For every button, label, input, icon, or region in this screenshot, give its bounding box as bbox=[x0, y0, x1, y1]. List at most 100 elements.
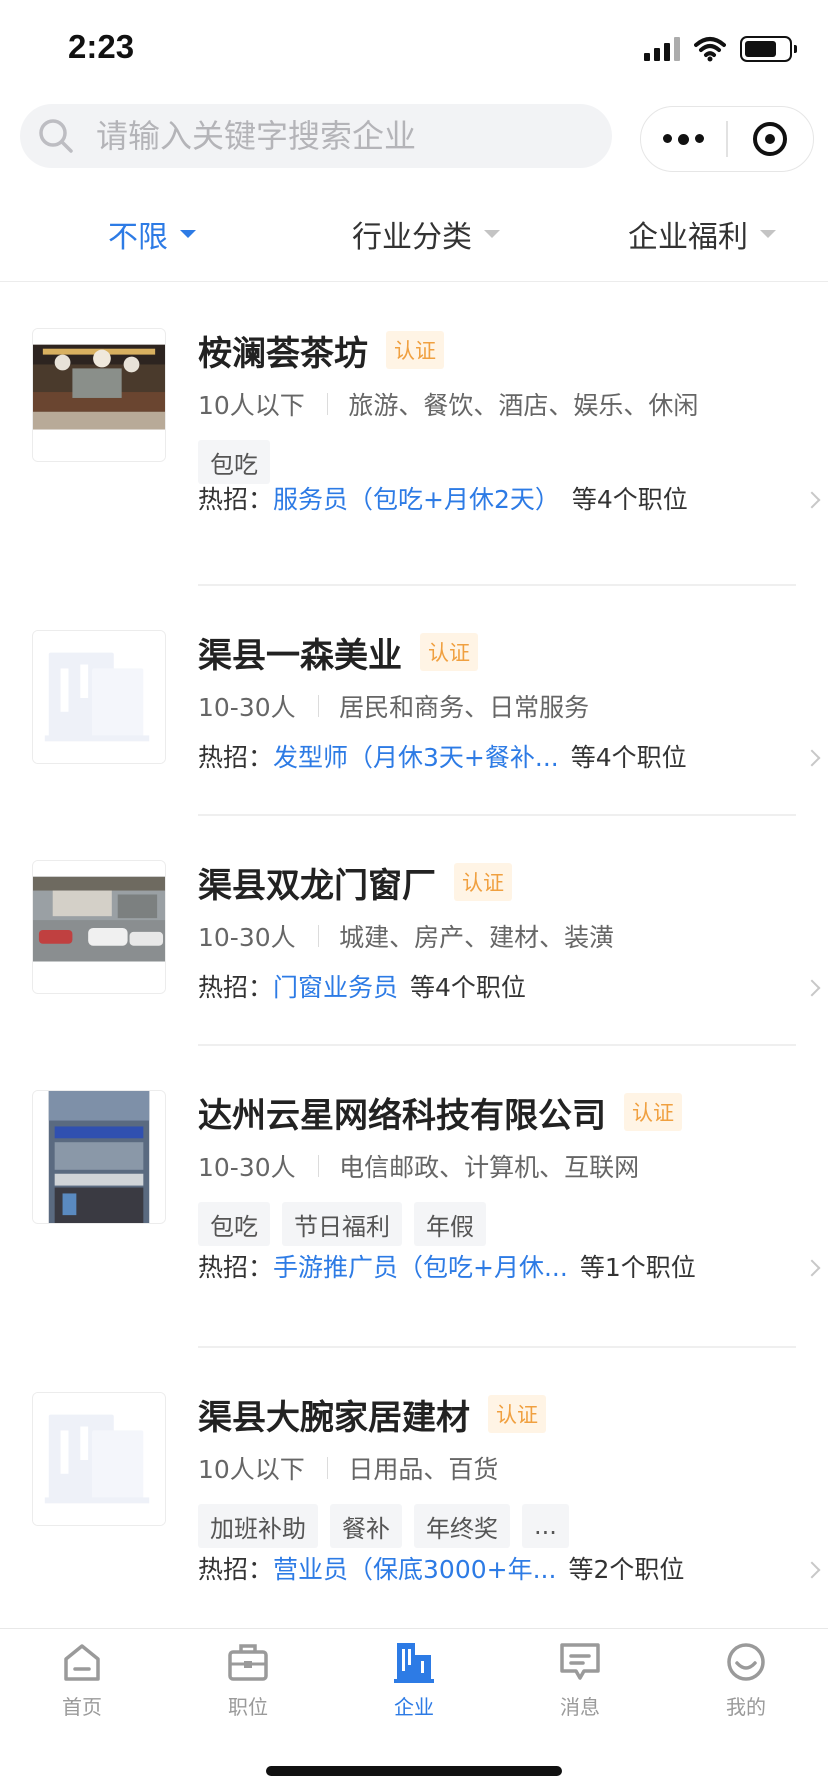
filter-label: 不限 bbox=[108, 220, 168, 255]
more-tags: ... bbox=[522, 1504, 569, 1548]
company-name: 达州云星网络科技有限公司 bbox=[198, 1095, 606, 1136]
benefit-tags: 加班补助 餐补 年终奖 ... bbox=[198, 1504, 798, 1548]
search-box[interactable] bbox=[20, 104, 612, 168]
chevron-right-icon bbox=[803, 1259, 821, 1277]
company-size: 10-30人 bbox=[198, 693, 296, 722]
company-logo-photo bbox=[32, 328, 166, 462]
company-industry: 旅游、餐饮、酒店、娱乐、休闲 bbox=[348, 391, 699, 420]
benefit-tag: 包吃 bbox=[198, 1202, 270, 1246]
hot-job-row[interactable]: 热招： 发型师（月休3天+餐补... 等4个职位 bbox=[198, 738, 798, 774]
chevron-right-icon bbox=[803, 1561, 821, 1579]
meta-divider bbox=[317, 925, 320, 947]
home-icon bbox=[64, 1644, 100, 1681]
company-industry: 城建、房产、建材、装潢 bbox=[339, 923, 615, 952]
filter-industry[interactable]: 行业分类 bbox=[352, 212, 500, 256]
hot-job-title[interactable]: 营业员（保底3000+年... bbox=[273, 1550, 556, 1586]
list-divider bbox=[198, 814, 796, 816]
filter-unlimited[interactable]: 不限 bbox=[108, 212, 196, 256]
caret-down-icon bbox=[484, 230, 500, 238]
status-icons bbox=[644, 36, 797, 62]
wifi-icon bbox=[694, 37, 726, 62]
company-name: 渠县双龙门窗厂 bbox=[198, 865, 436, 906]
hot-label: 热招： bbox=[198, 485, 274, 514]
benefit-tag: 年终奖 bbox=[414, 1504, 510, 1548]
more-icon[interactable] bbox=[641, 133, 726, 145]
company-card[interactable]: 桉澜荟茶坊 认证 10人以下 旅游、餐饮、酒店、娱乐、休闲 包吃 热招： 服务员… bbox=[0, 328, 828, 538]
hot-job-row[interactable]: 热招： 门窗业务员 等4个职位 bbox=[198, 968, 798, 1004]
tab-messages[interactable]: 消息 bbox=[525, 1639, 635, 1720]
hot-label: 热招： bbox=[198, 743, 274, 772]
briefcase-icon bbox=[228, 1644, 268, 1681]
hot-job-row[interactable]: 热招： 手游推广员（包吃+月休... 等1个职位 bbox=[198, 1248, 798, 1284]
company-card[interactable]: 渠县一森美业 认证 10-30人 居民和商务、日常服务 热招： 发型师（月休3天… bbox=[0, 630, 828, 780]
hot-job-title[interactable]: 手游推广员（包吃+月休... bbox=[273, 1248, 568, 1284]
chevron-right-icon bbox=[803, 749, 821, 767]
hot-job-title[interactable]: 门窗业务员 bbox=[273, 968, 398, 1004]
company-card[interactable]: 渠县大腕家居建材 认证 10人以下 日用品、百货 加班补助 餐补 年终奖 ...… bbox=[0, 1392, 828, 1602]
company-name: 桉澜荟茶坊 bbox=[198, 333, 368, 374]
tab-label: 首页 bbox=[62, 1695, 102, 1719]
search-icon bbox=[39, 119, 73, 153]
job-count: 等4个职位 bbox=[571, 485, 688, 514]
benefit-tag: 年假 bbox=[414, 1202, 486, 1246]
certified-badge: 认证 bbox=[454, 863, 512, 901]
tab-label: 我的 bbox=[726, 1695, 766, 1719]
battery-icon bbox=[740, 36, 797, 62]
tab-home[interactable]: 首页 bbox=[27, 1639, 137, 1720]
company-logo-placeholder bbox=[32, 1392, 166, 1526]
company-size: 10人以下 bbox=[198, 1455, 305, 1484]
filter-benefits[interactable]: 企业福利 bbox=[628, 212, 776, 256]
benefit-tags: 包吃 节日福利 年假 bbox=[198, 1202, 798, 1246]
certified-badge: 认证 bbox=[386, 331, 444, 369]
list-divider bbox=[198, 584, 796, 586]
certified-badge: 认证 bbox=[488, 1395, 546, 1433]
company-size: 10-30人 bbox=[198, 923, 296, 952]
company-logo-photo bbox=[32, 1090, 166, 1224]
hot-label: 热招： bbox=[198, 973, 274, 1002]
meta-divider bbox=[326, 393, 329, 415]
tab-jobs[interactable]: 职位 bbox=[193, 1639, 303, 1720]
company-name: 渠县一森美业 bbox=[198, 635, 402, 676]
tab-label: 企业 bbox=[394, 1695, 434, 1719]
meta-divider bbox=[317, 1155, 320, 1177]
company-size: 10人以下 bbox=[198, 391, 305, 420]
caret-down-icon bbox=[180, 230, 196, 238]
cellular-signal-icon bbox=[644, 37, 680, 61]
benefit-tag: 加班补助 bbox=[198, 1504, 318, 1548]
job-count: 等2个职位 bbox=[568, 1555, 685, 1584]
company-card[interactable]: 达州云星网络科技有限公司 认证 10-30人 电信邮政、计算机、互联网 包吃 节… bbox=[0, 1090, 828, 1300]
hot-job-title[interactable]: 服务员（包吃+月休2天） bbox=[273, 480, 560, 516]
job-count: 等4个职位 bbox=[410, 973, 526, 1002]
chevron-right-icon bbox=[803, 979, 821, 997]
tab-profile[interactable]: 我的 bbox=[691, 1639, 801, 1720]
list-divider bbox=[198, 1044, 796, 1046]
placeholder-building-icon bbox=[33, 631, 165, 763]
filter-label: 企业福利 bbox=[628, 220, 748, 255]
hot-job-row[interactable]: 热招： 营业员（保底3000+年... 等2个职位 bbox=[198, 1550, 798, 1586]
certified-badge: 认证 bbox=[420, 633, 478, 671]
company-card[interactable]: 渠县双龙门窗厂 认证 10-30人 城建、房产、建材、装潢 热招： 门窗业务员 … bbox=[0, 860, 828, 1010]
job-count: 等1个职位 bbox=[579, 1253, 696, 1282]
company-industry: 居民和商务、日常服务 bbox=[339, 693, 590, 722]
list-divider bbox=[198, 1346, 796, 1348]
message-icon bbox=[560, 1643, 600, 1680]
hot-job-title[interactable]: 发型师（月休3天+餐补... bbox=[273, 738, 559, 774]
company-size: 10-30人 bbox=[198, 1153, 296, 1182]
home-indicator[interactable] bbox=[266, 1766, 562, 1776]
close-miniprogram-icon[interactable] bbox=[728, 122, 813, 156]
tab-label: 消息 bbox=[560, 1695, 600, 1719]
benefit-tags: 包吃 bbox=[198, 440, 798, 484]
status-time: 2:23 bbox=[68, 28, 135, 65]
meta-divider bbox=[317, 695, 320, 717]
hot-job-row[interactable]: 热招： 服务员（包吃+月休2天） 等4个职位 bbox=[198, 480, 798, 516]
chevron-right-icon bbox=[803, 491, 821, 509]
company-icon bbox=[394, 1643, 434, 1683]
tab-label: 职位 bbox=[228, 1695, 268, 1719]
tab-companies[interactable]: 企业 bbox=[359, 1639, 469, 1720]
benefit-tag: 餐补 bbox=[330, 1504, 402, 1548]
search-input[interactable] bbox=[96, 117, 576, 155]
company-name: 渠县大腕家居建材 bbox=[198, 1397, 470, 1438]
filter-bar: 不限 行业分类 企业福利 bbox=[0, 196, 828, 282]
certified-badge: 认证 bbox=[624, 1093, 682, 1131]
profile-icon bbox=[727, 1643, 765, 1681]
